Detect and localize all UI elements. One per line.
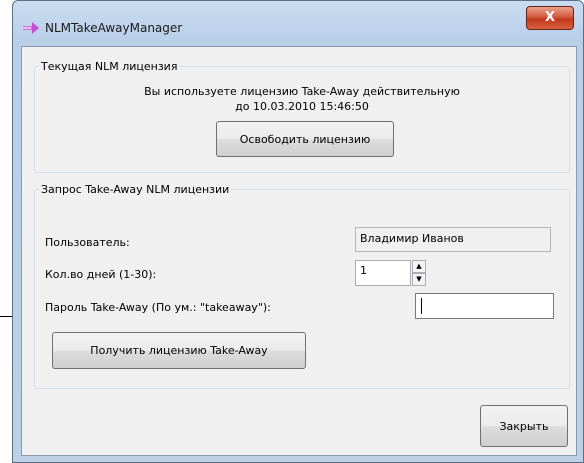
request-license-legend: Запрос Take-Away NLM лицензии	[41, 183, 230, 196]
current-license-group: Текущая NLM лицензия Вы используете лице…	[34, 60, 570, 173]
license-expiry-line: до 10.03.2010 15:46:50	[235, 100, 369, 113]
spin-down-icon[interactable]: ▼	[412, 273, 426, 286]
dialog-client-area: Текущая NLM лицензия Вы используете лице…	[21, 46, 577, 456]
days-spinner[interactable]: ▲ ▼	[412, 260, 426, 286]
release-license-button[interactable]: Освободить лицензию	[216, 121, 394, 157]
spin-up-icon[interactable]: ▲	[412, 260, 426, 273]
user-label: Пользователь:	[45, 236, 130, 249]
get-license-button[interactable]: Получить лицензию Take-Away	[52, 332, 306, 369]
user-field: Владимир Иванов	[355, 227, 551, 252]
days-label: Кол.во дней (1-30):	[45, 268, 157, 281]
window-title: NLMTakeAwayManager	[45, 21, 183, 35]
days-input[interactable]: 1	[355, 260, 411, 286]
app-icon	[23, 22, 39, 34]
text-caret	[421, 298, 422, 314]
current-license-legend: Текущая NLM лицензия	[41, 60, 178, 73]
request-license-group: Запрос Take-Away NLM лицензии Пользовате…	[34, 183, 570, 389]
password-input[interactable]	[415, 293, 554, 319]
license-status-line1: Вы используете лицензию Take-Away действ…	[144, 85, 460, 98]
password-label: Пароль Take-Away (По ум.: "takeaway"):	[45, 301, 271, 314]
dialog-window: NLMTakeAwayManager X Текущая NLM лицензи…	[12, 0, 584, 463]
background-line	[0, 316, 12, 317]
title-bar[interactable]: NLMTakeAwayManager X	[13, 1, 583, 45]
window-close-button[interactable]: X	[526, 6, 574, 30]
close-button[interactable]: Закрыть	[480, 405, 568, 447]
